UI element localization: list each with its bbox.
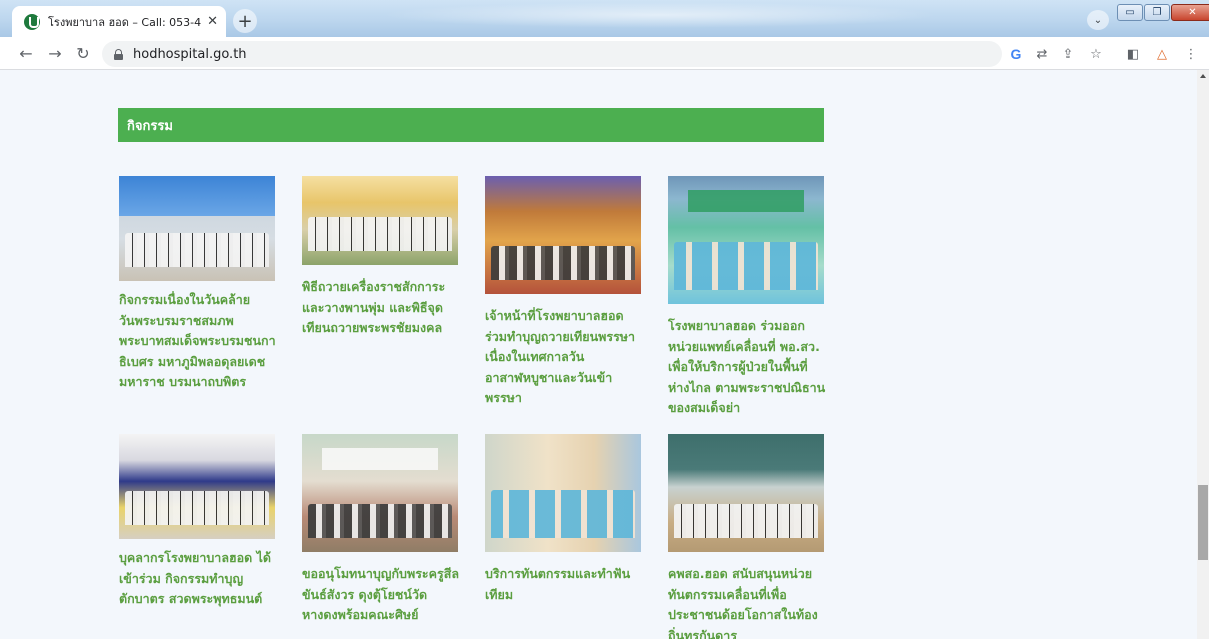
share-icon[interactable]: ⇪ [1059,45,1077,63]
window-controls: ▭ ❐ ✕ [1117,4,1209,22]
activity-card[interactable]: บริการทันตกรรมและทำฟันเทียม [485,434,645,639]
activity-caption[interactable]: พิธีถวายเครื่องราชสักการะและวางพานพุ่ม แ… [302,277,460,381]
people-graphic [491,490,635,538]
translate-icon[interactable]: ⇄ [1033,45,1051,63]
banner-graphic [322,448,438,470]
activity-card[interactable]: ขออนุโมทนาบุญกับพระครูสีลขันธ์สังวร ดุงต… [302,434,462,639]
activity-photo[interactable] [302,434,458,552]
people-graphic [308,504,452,538]
address-bar[interactable]: hodhospital.go.th [102,41,1002,67]
restore-icon[interactable]: ❐ [1144,4,1170,21]
scroll-up-icon[interactable] [1200,74,1206,78]
activity-caption[interactable]: ขออนุโมทนาบุญกับพระครูสีลขันธ์สังวร ดุงต… [302,564,460,639]
reload-icon[interactable]: ↻ [73,43,93,63]
section-title: กิจกรรม [127,118,173,134]
url-text: hodhospital.go.th [133,46,247,62]
activity-card[interactable]: กิจกรรมเนื่องในวันคล้ายวันพระบรมราชสมภพ … [119,176,279,394]
page-viewport: กิจกรรม กิจกรรมเนื่องในวันคล้ายวันพระบรม… [0,70,1197,639]
scroll-thumb[interactable] [1198,485,1208,560]
new-tab-button[interactable]: + [233,9,257,33]
forward-icon[interactable]: → [45,43,65,63]
activity-card[interactable]: โรงพยาบาลฮอด ร่วมออกหน่วยแพทย์เคลื่อนที่… [668,176,828,420]
extension-icon[interactable]: △ [1153,45,1171,63]
activity-card[interactable]: บุคลากรโรงพยาบาลฮอด ได้เข้าร่วม กิจกรรมท… [119,434,279,639]
activity-card[interactable]: คพสอ.ฮอด สนับสนุนหน่วยทันตกรรมเคลื่อนที่… [668,434,828,639]
people-graphic [674,504,818,538]
people-graphic [674,242,818,290]
people-graphic [125,233,269,267]
page-scrollbar[interactable] [1197,70,1209,639]
activity-photo[interactable] [119,176,275,281]
activity-photo[interactable] [302,176,458,265]
lock-icon[interactable] [114,48,123,60]
activity-caption[interactable]: เจ้าหน้าที่โรงพยาบาลฮอด ร่วมทำบุญถวายเที… [485,306,643,410]
tab-close-icon[interactable]: ✕ [207,14,218,29]
hospital-favicon-icon [24,13,40,30]
activity-photo[interactable] [485,434,641,552]
back-icon[interactable]: ← [16,43,36,63]
activity-card[interactable]: เจ้าหน้าที่โรงพยาบาลฮอด ร่วมทำบุญถวายเที… [485,176,645,410]
google-icon[interactable]: G [1007,45,1025,63]
menu-icon[interactable]: ⋮ [1182,45,1200,63]
window-close-icon[interactable]: ✕ [1171,4,1209,21]
activity-card[interactable]: พิธีถวายเครื่องราชสักการะและวางพานพุ่ม แ… [302,176,462,381]
activity-caption[interactable]: กิจกรรมเนื่องในวันคล้ายวันพระบรมราชสมภพ … [119,290,277,394]
activity-caption[interactable]: คพสอ.ฮอด สนับสนุนหน่วยทันตกรรมเคลื่อนที่… [668,564,826,639]
bookmark-star-icon[interactable]: ☆ [1087,45,1105,63]
browser-tab[interactable]: โรงพยาบาล ฮอด – Call: 053-461127 ✕ [12,6,226,37]
people-graphic [308,217,452,251]
activity-caption[interactable]: บุคลากรโรงพยาบาลฮอด ได้เข้าร่วม กิจกรรมท… [119,548,277,639]
side-panel-icon[interactable]: ◧ [1124,45,1142,63]
activity-photo[interactable] [119,434,275,539]
activity-caption[interactable]: บริการทันตกรรมและทำฟันเทียม [485,564,643,639]
activity-photo[interactable] [668,176,824,304]
people-graphic [125,491,269,525]
minimize-icon[interactable]: ▭ [1117,4,1143,21]
browser-tab-strip: โรงพยาบาล ฮอด – Call: 053-461127 ✕ + ⌄ ▭… [0,0,1209,37]
section-header: กิจกรรม [118,108,824,142]
tab-title: โรงพยาบาล ฮอด – Call: 053-461127 [48,15,202,29]
activity-caption[interactable]: โรงพยาบาลฮอด ร่วมออกหน่วยแพทย์เคลื่อนที่… [668,316,826,420]
activity-photo[interactable] [668,434,824,552]
banner-graphic [688,190,804,212]
tab-search-icon[interactable]: ⌄ [1087,10,1109,30]
browser-toolbar: ← → ↻ hodhospital.go.th G ⇄ ⇪ ☆ ◧ △ ⋮ [0,37,1209,70]
activity-photo[interactable] [485,176,641,294]
people-graphic [491,246,635,280]
titlebar-glow [380,2,940,28]
